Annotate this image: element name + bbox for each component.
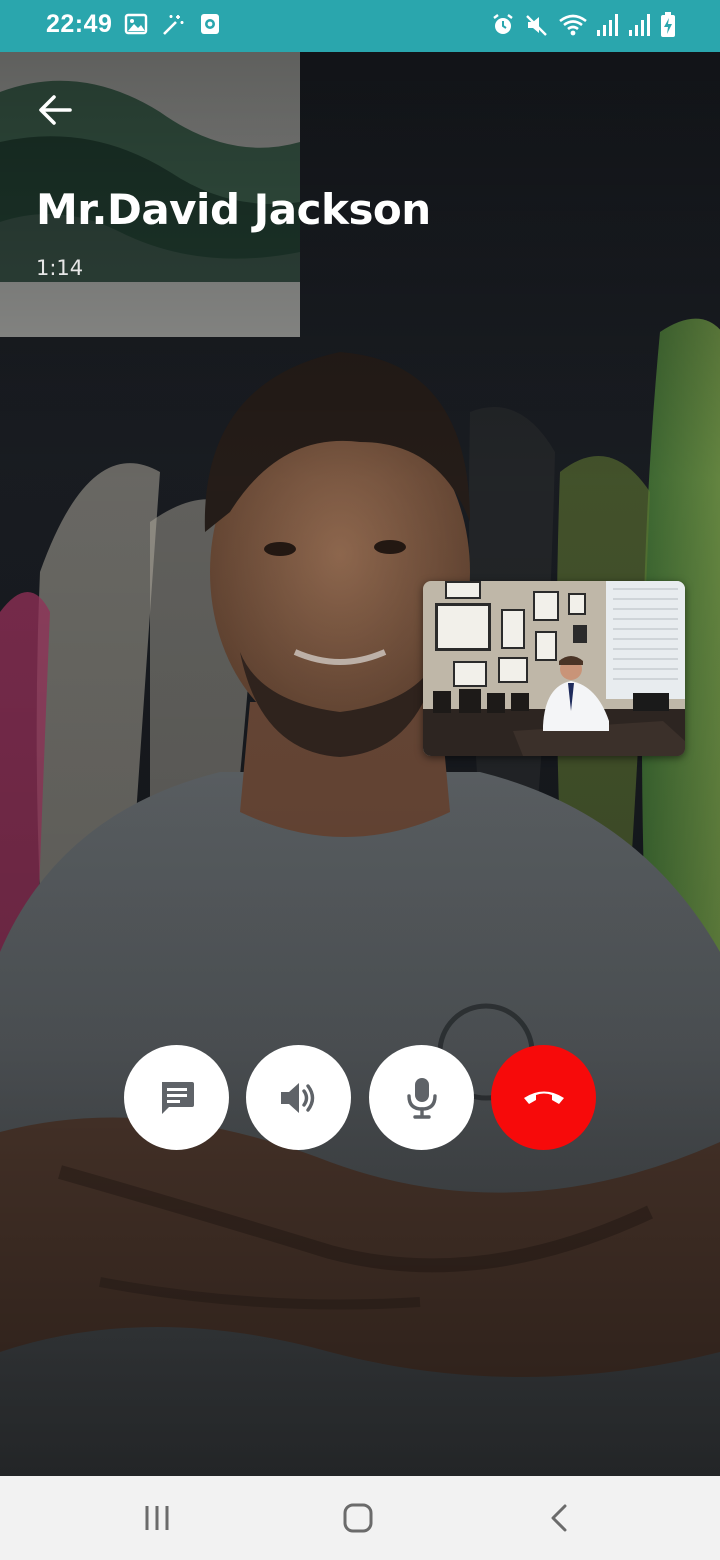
- status-time: 22:49: [46, 10, 113, 38]
- end-call-icon: [523, 1091, 564, 1104]
- speaker-icon: [280, 1082, 314, 1113]
- back-icon: [551, 1504, 567, 1532]
- home-button[interactable]: [328, 1496, 388, 1540]
- caller-name: Mr.David Jackson: [36, 185, 431, 234]
- home-icon: [343, 1503, 373, 1533]
- call-duration: 1:14: [36, 256, 84, 280]
- image-icon: [124, 12, 148, 38]
- back-button[interactable]: [30, 86, 82, 134]
- status-right-icons: [490, 12, 676, 38]
- recents-icon: [145, 1506, 169, 1530]
- video-call-screen: 22:49 Mr.David Jackson 1:14: [0, 0, 720, 1560]
- microphone-button[interactable]: [369, 1045, 474, 1150]
- magic-wand-icon: [160, 12, 186, 38]
- chat-button[interactable]: [124, 1045, 229, 1150]
- end-call-button[interactable]: [491, 1045, 596, 1150]
- screen-record-icon: [198, 12, 222, 38]
- wifi-icon: [558, 12, 588, 38]
- video-shade: [0, 52, 720, 1476]
- signal-icon: [628, 12, 652, 38]
- speaker-button[interactable]: [246, 1045, 351, 1150]
- call-controls: [124, 1045, 596, 1151]
- chat-icon: [161, 1081, 194, 1114]
- alarm-icon: [490, 12, 516, 38]
- navigation-bar: [0, 1476, 720, 1560]
- signal-icon: [596, 12, 620, 38]
- microphone-icon: [406, 1077, 437, 1119]
- self-view-video[interactable]: [423, 581, 685, 756]
- mute-icon: [524, 12, 550, 38]
- system-back-button[interactable]: [530, 1496, 590, 1540]
- status-bar: 22:49: [0, 0, 720, 52]
- arrow-left-icon: [39, 95, 72, 125]
- recents-button[interactable]: [127, 1496, 187, 1540]
- battery-charging-icon: [660, 12, 676, 38]
- status-left-icons: [124, 12, 222, 38]
- remote-video: [0, 52, 720, 1476]
